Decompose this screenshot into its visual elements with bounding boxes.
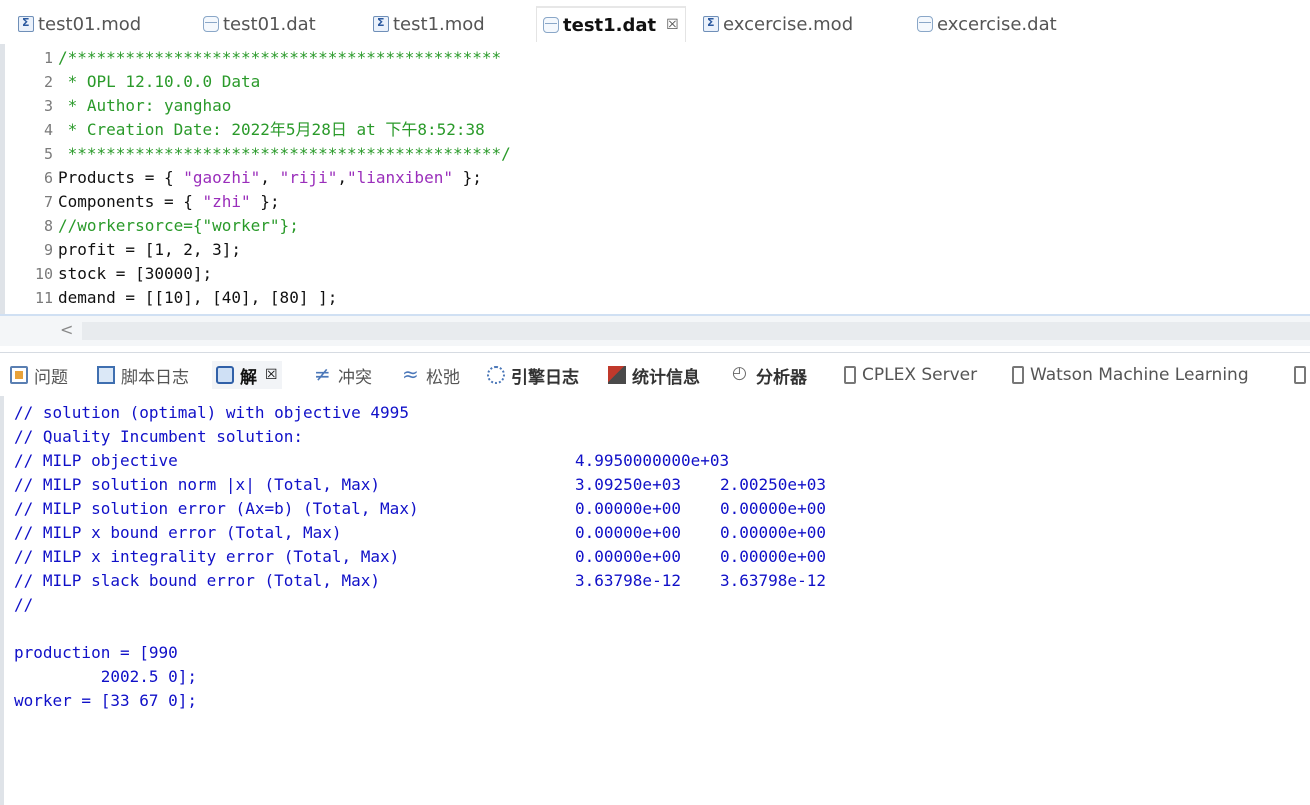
tab-test1-mod[interactable]: test1.mod	[373, 8, 485, 40]
scroll-left-arrow-icon[interactable]: <	[60, 320, 73, 339]
view-tab-bar: 问题 脚本日志 解 ☒ 冲突 松弛 引擎日志 统计信息 分析器 CPLEX Se…	[0, 352, 1310, 396]
output-value: 3.63798e-12	[575, 571, 681, 590]
tab-label: excercise.mod	[723, 13, 854, 35]
editor-horizontal-scrollbar[interactable]: <	[0, 314, 1310, 346]
code-line: 11 demand = [[10], [40], [80] ];	[34, 288, 338, 307]
output-value: 2.00250e+03	[720, 475, 826, 494]
solution-icon	[216, 366, 234, 384]
dat-file-icon	[203, 16, 219, 32]
statistics-icon	[608, 366, 626, 384]
output-line: // MILP objective	[14, 451, 178, 470]
dat-file-icon	[917, 16, 933, 32]
code-line: 10 stock = [30000];	[34, 264, 213, 283]
code-line: 1/**************************************…	[43, 48, 502, 67]
output-line: // Quality Incumbent solution:	[14, 427, 303, 446]
output-line: worker = [33 67 0];	[14, 691, 198, 710]
server-icon	[1012, 366, 1024, 384]
code-line: 6 Products = { "gaozhi", "riji","lianxibe…	[43, 168, 482, 187]
output-value: 0.00000e+00	[720, 499, 826, 518]
tab-test01-dat[interactable]: test01.dat	[203, 8, 316, 40]
tab-statistics[interactable]: 统计信息	[608, 361, 700, 389]
tab-excercise-dat[interactable]: excercise.dat	[917, 8, 1057, 40]
code-line: 5 **************************************…	[43, 144, 511, 163]
tab-cplex-server[interactable]: CPLEX Server	[844, 361, 977, 389]
profiler-icon	[732, 363, 750, 384]
mod-file-icon	[703, 16, 719, 32]
output-value: 0.00000e+00	[720, 547, 826, 566]
server-icon	[844, 366, 856, 384]
tab-script-log[interactable]: 脚本日志	[97, 361, 189, 389]
close-icon[interactable]: ☒	[666, 17, 679, 33]
conflict-icon	[314, 362, 332, 386]
tab-label: test1.dat	[563, 14, 657, 36]
script-log-icon	[97, 366, 115, 384]
tab-label: test01.mod	[38, 13, 142, 35]
tab-excercise-mod[interactable]: excercise.mod	[703, 8, 853, 40]
output-line: // solution (optimal) with objective 499…	[14, 403, 409, 422]
server-icon	[1294, 366, 1306, 384]
code-line: 2 * OPL 12.10.0.0 Data	[43, 72, 261, 91]
problems-icon	[10, 366, 28, 384]
output-value: 0.00000e+00	[720, 523, 826, 542]
output-value: 0.00000e+00	[575, 547, 681, 566]
mod-file-icon	[373, 16, 389, 32]
output-value: 0.00000e+00	[575, 499, 681, 518]
output-value: 3.09250e+03	[575, 475, 681, 494]
output-line: // MILP solution error (Ax=b) (Total, Ma…	[14, 499, 419, 518]
code-line: 9 profit = [1, 2, 3];	[43, 240, 242, 259]
tab-label: test1.mod	[393, 13, 485, 35]
tab-engine-log[interactable]: 引擎日志	[487, 361, 579, 389]
output-line: // MILP slack bound error (Total, Max)	[14, 571, 381, 590]
code-line: 8//workersorce={"worker"};	[43, 216, 299, 235]
output-line: production = [990	[14, 643, 178, 662]
output-line: // MILP solution norm |x| (Total, Max)	[14, 475, 381, 494]
dat-file-icon	[543, 17, 559, 33]
output-value: 3.63798e-12	[720, 571, 826, 590]
tab-label: test01.dat	[223, 13, 316, 35]
tab-solution[interactable]: 解 ☒	[212, 361, 282, 389]
output-line: //	[14, 595, 34, 614]
scrollbar-track[interactable]	[82, 322, 1310, 340]
mod-file-icon	[18, 16, 34, 32]
output-value: 0.00000e+00	[575, 523, 681, 542]
output-line: // MILP x integrality error (Total, Max)	[14, 547, 400, 566]
tab-label: excercise.dat	[937, 13, 1057, 35]
output-line: 2002.5 0];	[14, 667, 198, 686]
code-line: 3 * Author: yanghao	[43, 96, 232, 115]
tab-relaxations[interactable]: 松弛	[402, 361, 460, 389]
relaxation-icon	[402, 362, 420, 386]
code-line: 7 Components = { "zhi" };	[43, 192, 280, 211]
tab-profiler[interactable]: 分析器	[732, 361, 807, 389]
close-icon[interactable]: ☒	[265, 367, 278, 383]
code-editor[interactable]: 1/**************************************…	[0, 44, 1310, 314]
output-line: // MILP x bound error (Total, Max)	[14, 523, 342, 542]
tab-conflicts[interactable]: 冲突	[314, 361, 372, 389]
tab-problems[interactable]: 问题	[10, 361, 68, 389]
tab-test01-mod[interactable]: test01.mod	[18, 8, 141, 40]
code-line: 4 * Creation Date: 2022年5月28日 at 下午8:52:…	[43, 120, 485, 139]
tab-overflow[interactable]	[1294, 361, 1310, 389]
engine-log-icon	[487, 366, 505, 384]
editor-tab-bar: test01.mod test01.dat test1.mod test1.da…	[0, 0, 1310, 44]
tab-watson-machine-learning[interactable]: Watson Machine Learning	[1012, 361, 1249, 389]
tab-test1-dat[interactable]: test1.dat ☒	[536, 6, 686, 42]
output-value: 4.9950000000e+03	[575, 451, 730, 470]
solution-output[interactable]: // solution (optimal) with objective 499…	[0, 396, 1310, 805]
